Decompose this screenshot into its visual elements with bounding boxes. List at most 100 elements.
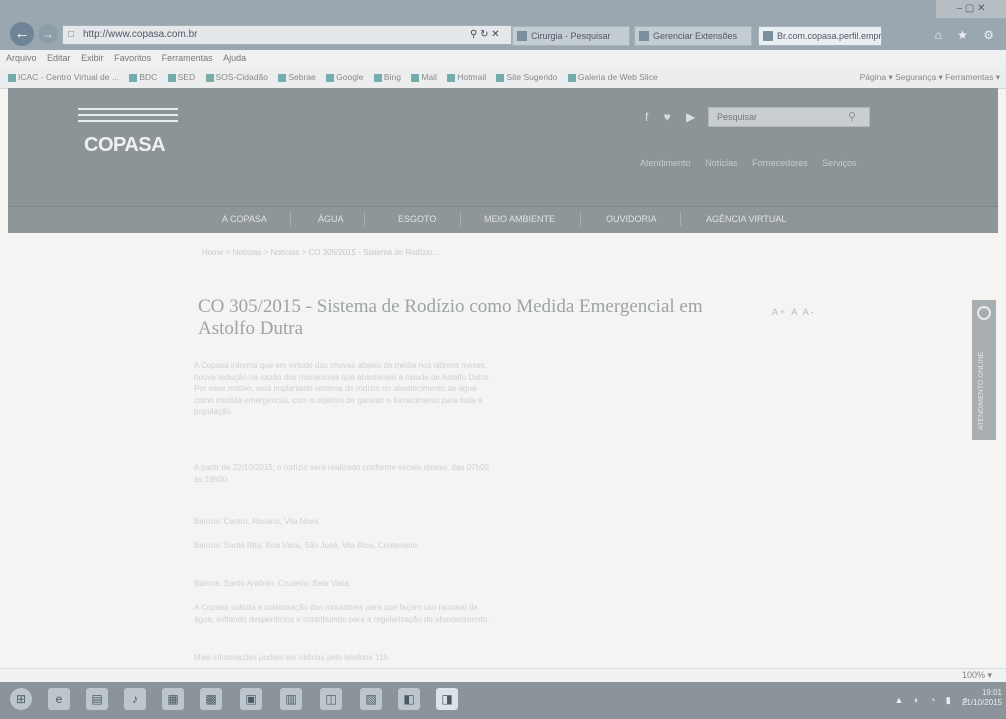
tab-label: Cirurgia - Pesquisar [531,31,611,41]
article-paragraph: Bairros: Santa Rita, Boa Vista, São José… [194,541,420,550]
page-icon: □ [68,29,75,40]
fav-label: Hotmail [457,72,487,82]
tab-favicon-icon [763,31,773,41]
fav-item[interactable]: ICAC - Centro Virtual de ... [8,72,119,82]
system-tray[interactable]: ▲ ◐ ◔ ▮ ♫ [895,695,972,706]
nav-agua[interactable]: ÁGUA [318,206,344,232]
nav-a-copasa[interactable]: A COPASA [222,206,267,232]
fav-label: Bing [383,72,401,82]
fav-label: BDC [139,72,158,82]
favorites-bar: ICAC - Centro Virtual de ... BDC SED SOS… [0,66,1006,89]
copasa-logo[interactable]: COPASA [78,108,178,170]
taskbar-app-icon[interactable]: ▦ [162,688,184,710]
taskbar-app-icon[interactable]: ▩ [200,688,222,710]
command-bar-tools[interactable]: Página ▾ Segurança ▾ Ferramentas ▾ [860,66,1000,88]
fav-icon [167,73,176,82]
menu-exibir[interactable]: Exibir [81,53,104,63]
taskbar-explorer-icon[interactable]: ▤ [86,688,108,710]
fav-item[interactable]: SOS-Cidadão [205,72,268,82]
fav-label: Sebrae [288,72,316,82]
taskbar [0,682,1006,719]
article-paragraph: A partir de 22/10/2015, o rodízio será r… [194,463,489,484]
address-bar[interactable]: □ http://www.copasa.com.br [62,25,512,45]
fav-label: ICAC - Centro Virtual de ... [18,72,119,82]
article-paragraph: Bairros: Centro, Rosário, Vila Nova. [194,517,321,526]
fav-item[interactable]: Site Sugerido [496,72,558,82]
forward-button[interactable]: → [38,24,58,44]
fav-item[interactable]: Galeria de Web Slice [567,72,658,82]
start-button[interactable]: ⊞ [10,688,32,710]
fav-item[interactable]: Bing [373,72,401,82]
taskbar-pdf-icon[interactable]: ◧ [398,688,420,710]
fav-item[interactable]: SED [167,72,196,82]
article-paragraph: A Copasa informa que em virtude das chuv… [194,361,491,416]
nav-separator [580,212,581,226]
logo-bar [78,114,178,116]
breadcrumb[interactable]: Home > Notícias > Notícias > CO 305/2015… [202,248,439,257]
tab-cirurgia[interactable]: Cirurgia - Pesquisar [512,26,630,46]
fav-icon [567,73,576,82]
tab-favicon-icon [639,31,649,41]
search-icon[interactable]: ⚲ [848,110,856,123]
nav-esgoto[interactable]: ESGOTO [398,206,436,232]
nav-separator [460,212,461,226]
fav-label: Galeria de Web Slice [577,72,658,82]
address-text: http://www.copasa.com.br [83,29,198,40]
clock-date: 21/10/2015 [961,698,1002,707]
nav-meio-ambiente[interactable]: MEIO AMBIENTE [484,206,555,232]
logo-text: COPASA [84,134,166,156]
logo-bar [78,120,178,122]
tab-label: Gerenciar Extensões [653,31,738,41]
fav-label: Google [336,72,364,82]
fav-label: SED [177,72,196,82]
search-refresh-icons[interactable]: ⚲ ↻ ✕ [470,25,500,45]
logo-bar [78,108,178,110]
nav-ouvidoria[interactable]: OUVIDORIA [606,206,657,232]
fav-item[interactable]: Hotmail [447,72,486,82]
link-servicos[interactable]: Serviços [822,158,857,168]
font-size-controls[interactable]: A+ A A- [772,307,816,317]
menu-editar[interactable]: Editar [47,53,71,63]
tab-extensoes[interactable]: Gerenciar Extensões [634,26,752,46]
page-title: CO 305/2015 - Sistema de Rodízio como Me… [198,296,703,339]
online-support-tab[interactable]: ATENDIMENTO ONLINE [972,300,996,440]
taskbar-app-icon[interactable]: ◫ [320,688,342,710]
site-search-input[interactable] [708,107,870,127]
header-links: Atendimento Notícias Fornecedores Serviç… [640,158,869,168]
fav-item[interactable]: BDC [129,72,157,82]
taskbar-app-icon[interactable]: ▧ [360,688,382,710]
taskbar-app-icon[interactable]: ▣ [240,688,262,710]
nav-separator [680,212,681,226]
fav-icon [447,73,456,82]
tab-copasa[interactable]: Br.com.copasa.perfil.empre... [758,26,882,46]
taskbar-clock[interactable]: 19:01 21/10/2015 [962,688,1002,708]
zoom-level[interactable]: 100% ▾ [962,670,992,681]
menu-bar: Arquivo Editar Exibir Favoritos Ferramen… [0,50,1006,66]
window-controls[interactable]: – ▢ ✕ [936,0,1006,18]
nav-agencia-virtual[interactable]: AGÊNCIA VIRTUAL [706,206,786,232]
menu-ferramentas[interactable]: Ferramentas [162,53,213,63]
link-atendimento[interactable]: Atendimento [640,158,691,168]
fav-item[interactable]: Mail [411,72,437,82]
back-button[interactable]: ← [10,22,34,46]
taskbar-media-icon[interactable]: ♪ [124,688,146,710]
taskbar-ie-icon[interactable]: e [48,688,70,710]
taskbar-app-icon[interactable]: ▥ [280,688,302,710]
chat-icon [977,306,991,320]
menu-arquivo[interactable]: Arquivo [6,53,37,63]
fav-icon [326,73,335,82]
article-paragraph: Mais informações podem ser obtidas pelo … [194,653,390,662]
fav-item[interactable]: Google [326,72,364,82]
taskbar-active-app-icon[interactable]: ◨ [436,688,458,710]
fav-icon [8,73,16,82]
fav-icon [278,73,287,82]
fav-item[interactable]: Sebrae [278,72,316,82]
fav-label: Site Sugerido [506,72,558,82]
link-fornecedores[interactable]: Fornecedores [752,158,808,168]
home-favorites-settings-icons[interactable]: ⌂ ★ ⚙ [935,28,1000,42]
menu-favoritos[interactable]: Favoritos [114,53,151,63]
link-noticias[interactable]: Notícias [705,158,738,168]
menu-ajuda[interactable]: Ajuda [223,53,246,63]
nav-separator [364,212,365,226]
clock-time: 19:01 [981,688,1002,697]
